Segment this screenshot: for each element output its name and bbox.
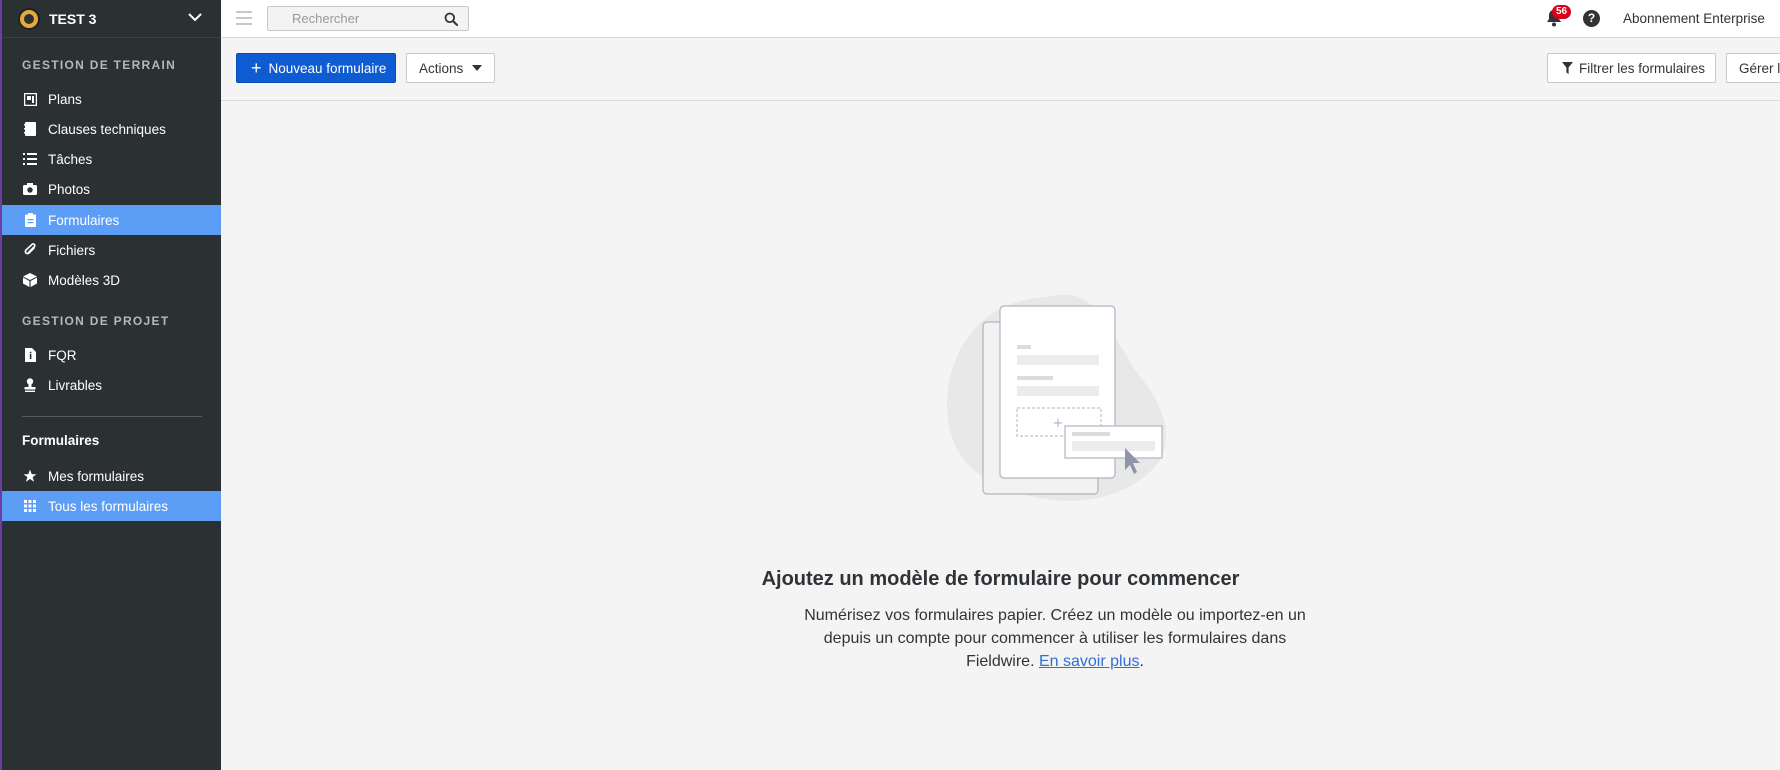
list-icon (22, 151, 38, 167)
cube-icon (22, 272, 38, 288)
sidebar-item-files[interactable]: Fichiers (2, 235, 221, 265)
actions-label: Actions (419, 60, 464, 76)
sidebar-item-3d-models[interactable]: Modèles 3D (2, 265, 221, 295)
search-icon[interactable] (444, 12, 458, 26)
section-title-field: GESTION DE TERRAIN (22, 58, 177, 72)
project-logo-icon (18, 7, 40, 30)
sidebar-item-label: Tous les formulaires (48, 498, 169, 514)
empty-forms-illustration: + (946, 294, 1166, 501)
sidebar-divider (22, 416, 202, 417)
sidebar-item-clauses[interactable]: Clauses techniques (2, 114, 221, 144)
subscription-link[interactable]: Abonnement Enterprise (1623, 11, 1765, 26)
section-title-forms: Formulaires (22, 433, 100, 448)
filter-icon (1562, 62, 1573, 74)
empty-state-title: Ajoutez un modèle de formulaire pour com… (761, 568, 1240, 590)
sidebar-item-label: Livrables (48, 377, 103, 393)
manage-label: Gérer l (1739, 60, 1780, 76)
document-info-icon (22, 347, 38, 363)
sidebar-item-label: Fichiers (48, 242, 96, 258)
top-bar: 56 ? Abonnement Enterprise (221, 0, 1780, 38)
actions-dropdown[interactable]: Actions (406, 53, 495, 83)
new-form-label: Nouveau formulaire (268, 60, 387, 76)
sidebar-item-my-forms[interactable]: Mes formulaires (2, 461, 221, 491)
project-name: TEST 3 (49, 10, 97, 27)
sidebar-item-tasks[interactable]: Tâches (2, 144, 221, 174)
forms-toolbar: + Nouveau formulaire Actions Filtrer les… (221, 38, 1780, 101)
manage-forms-button[interactable]: Gérer l (1726, 53, 1780, 83)
paperclip-icon (22, 242, 38, 258)
book-icon (22, 121, 38, 137)
notification-badge: 56 (1552, 5, 1572, 19)
sidebar-item-all-forms[interactable]: Tous les formulaires (2, 491, 221, 521)
clipboard-icon (22, 212, 38, 228)
chevron-down-icon[interactable] (187, 11, 203, 23)
plans-icon (22, 91, 38, 107)
section-title-project: GESTION DE PROJET (22, 314, 170, 328)
sidebar: TEST 3 GESTION DE TERRAIN Plans Clauses … (0, 0, 221, 770)
sidebar-item-fqr[interactable]: FQR (2, 340, 221, 370)
sidebar-item-label: Mes formulaires (48, 468, 145, 484)
caret-down-icon (472, 65, 483, 71)
svg-text:+: + (1053, 416, 1064, 431)
filter-label: Filtrer les formulaires (1579, 60, 1706, 76)
sidebar-item-label: Modèles 3D (48, 272, 121, 288)
star-icon (22, 468, 38, 484)
sidebar-item-label: FQR (48, 347, 77, 363)
sidebar-item-label: Clauses techniques (48, 121, 166, 137)
menu-toggle-icon[interactable] (236, 11, 252, 25)
sidebar-item-label: Photos (48, 181, 91, 197)
sidebar-item-photos[interactable]: Photos (2, 174, 221, 204)
new-form-button[interactable]: + Nouveau formulaire (236, 53, 396, 83)
help-icon[interactable]: ? (1583, 10, 1600, 27)
camera-icon (22, 181, 38, 197)
sidebar-item-deliverables[interactable]: Livrables (2, 370, 221, 400)
plus-icon: + (251, 58, 262, 78)
sidebar-item-plans[interactable]: Plans (2, 84, 221, 114)
sidebar-item-forms[interactable]: Formulaires (2, 205, 221, 235)
project-selector[interactable]: TEST 3 (2, 0, 221, 38)
sidebar-item-label: Plans (48, 91, 82, 107)
sidebar-item-label: Formulaires (48, 212, 120, 228)
search-box (267, 6, 469, 31)
grid-icon (22, 498, 38, 514)
sidebar-item-label: Tâches (48, 151, 93, 167)
filter-forms-button[interactable]: Filtrer les formulaires (1547, 53, 1716, 83)
stamp-icon (22, 377, 38, 393)
empty-state-description: Numérisez vos formulaires papier. Créez … (800, 604, 1310, 673)
search-input[interactable] (268, 7, 438, 30)
empty-state-suffix: . (1139, 653, 1144, 670)
learn-more-link[interactable]: En savoir plus (1039, 653, 1140, 670)
